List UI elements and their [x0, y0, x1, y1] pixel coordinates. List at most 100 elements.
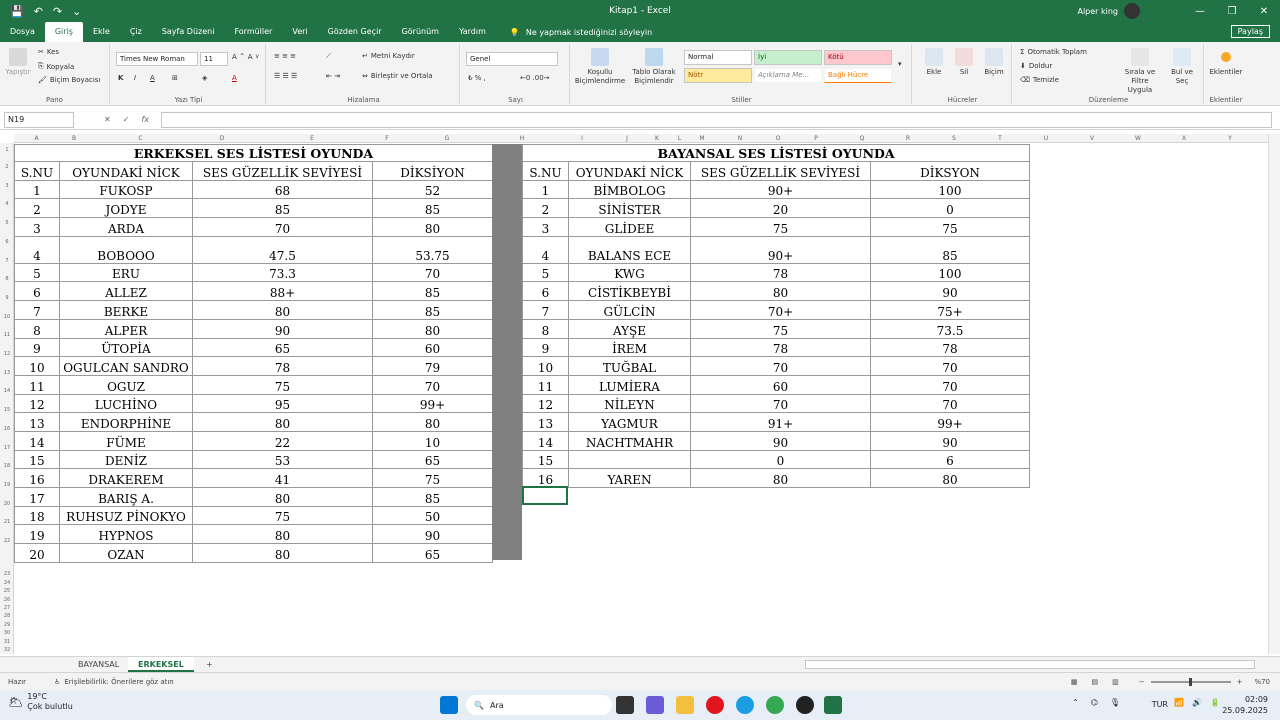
female-cell-nick[interactable]: BİMBOLOG: [568, 179, 691, 200]
female-cell-diction[interactable]: 70: [870, 393, 1030, 414]
female-cell-voice[interactable]: 75: [690, 318, 871, 339]
female-cell-voice[interactable]: 90+: [690, 179, 871, 200]
female-cell-no[interactable]: 5: [522, 262, 569, 283]
conditional-formatting-button[interactable]: Koşullu Biçimlendirme: [574, 48, 626, 86]
tab-giris[interactable]: Giriş: [44, 22, 83, 42]
selected-cell[interactable]: [522, 486, 568, 505]
male-cell-voice[interactable]: 80: [192, 300, 373, 320]
female-cell-voice[interactable]: 80: [690, 468, 871, 488]
weather-widget[interactable]: 🌥 19°C Çok bulutlu: [8, 692, 73, 712]
clock[interactable]: 02:09 25.09.2025: [1222, 694, 1268, 716]
female-cell-no[interactable]: 11: [522, 374, 569, 395]
view-normal-icon[interactable]: ▦: [1071, 678, 1078, 686]
format-cells-button[interactable]: Biçim: [980, 48, 1008, 77]
bold-button[interactable]: K: [118, 74, 123, 82]
male-cell-voice[interactable]: 75: [192, 374, 373, 395]
female-cell-nick[interactable]: LUMİERA: [568, 374, 691, 395]
male-cell-nick[interactable]: OGUZ: [59, 374, 193, 395]
tab-ekle[interactable]: Ekle: [83, 22, 120, 42]
row-header[interactable]: 25: [0, 588, 14, 594]
female-cell-nick[interactable]: YAGMUR: [568, 412, 691, 432]
row-header[interactable]: 30: [0, 630, 14, 636]
align-left-icon[interactable]: ☰ ☰ ☰: [274, 72, 297, 80]
paste-button[interactable]: Yapıştır: [4, 48, 32, 77]
female-cell-voice[interactable]: 90: [690, 430, 871, 451]
align-top-icon[interactable]: ≡ ≡ ≡: [274, 52, 296, 60]
column-header[interactable]: F: [372, 135, 402, 142]
row-header[interactable]: 24: [0, 580, 14, 586]
male-cell-diction[interactable]: 85: [372, 487, 493, 507]
horizontal-scrollbar[interactable]: [805, 660, 1255, 669]
redo-icon[interactable]: ↷: [53, 5, 62, 18]
female-cell-diction[interactable]: 78: [870, 337, 1030, 358]
column-header[interactable]: I: [552, 135, 612, 142]
female-cell-no[interactable]: 13: [522, 412, 569, 432]
tell-me-box[interactable]: 💡 Ne yapmak istediğinizi söyleyin: [496, 28, 652, 37]
row-header[interactable]: 4: [0, 201, 14, 207]
male-cell-voice[interactable]: 90: [192, 318, 373, 339]
male-cell-voice[interactable]: 78: [192, 356, 373, 376]
row-header[interactable]: 29: [0, 622, 14, 628]
male-cell-nick[interactable]: ERU: [59, 262, 193, 283]
male-cell-nick[interactable]: DENİZ: [59, 449, 193, 470]
file-explorer-icon[interactable]: [676, 696, 694, 714]
sheet-tab-erkeksel[interactable]: ERKEKSEL: [128, 657, 194, 672]
male-cell-voice[interactable]: 68: [192, 179, 373, 200]
male-cell-diction[interactable]: 99+: [372, 393, 493, 414]
female-cell-no[interactable]: 3: [522, 217, 569, 237]
zoom-level[interactable]: %70: [1254, 678, 1270, 686]
male-cell-nick[interactable]: BOBOOO: [59, 235, 193, 264]
tab-sayfa-duzeni[interactable]: Sayfa Düzeni: [152, 22, 225, 42]
cut-button[interactable]: ✂ Kes: [38, 48, 59, 56]
male-cell-no[interactable]: 19: [14, 524, 60, 545]
female-cell-no[interactable]: 4: [522, 235, 569, 264]
column-header[interactable]: E: [252, 135, 372, 142]
column-header[interactable]: D: [192, 135, 252, 142]
female-cell-no[interactable]: 16: [522, 468, 569, 488]
row-header[interactable]: 21: [0, 519, 14, 525]
female-cell-diction[interactable]: 100: [870, 179, 1030, 200]
styles-more-icon[interactable]: ▾: [898, 60, 902, 68]
format-as-table-button[interactable]: Tablo Olarak Biçimlendir: [630, 48, 678, 86]
female-cell-voice[interactable]: 91+: [690, 412, 871, 432]
male-cell-nick[interactable]: HYPNOS: [59, 524, 193, 545]
share-button[interactable]: Paylaş: [1230, 25, 1270, 38]
row-header[interactable]: 26: [0, 597, 14, 603]
male-cell-nick[interactable]: RUHSUZ PİNOKYO: [59, 505, 193, 526]
male-cell-voice[interactable]: 73.3: [192, 262, 373, 283]
row-header[interactable]: 8: [0, 276, 14, 282]
male-cell-voice[interactable]: 70: [192, 217, 373, 237]
style-normal[interactable]: Normal: [684, 50, 752, 65]
network-icon[interactable]: ⌬: [1091, 698, 1098, 707]
row-header[interactable]: 17: [0, 445, 14, 451]
female-cell-voice[interactable]: 90+: [690, 235, 871, 264]
male-cell-voice[interactable]: 75: [192, 505, 373, 526]
font-size-select[interactable]: 11: [200, 52, 228, 66]
opera-icon[interactable]: [706, 696, 724, 714]
row-header[interactable]: 18: [0, 463, 14, 469]
wrap-text-button[interactable]: ↵ Metni Kaydır: [362, 52, 415, 60]
fill-button[interactable]: ⬇ Doldur: [1020, 62, 1052, 70]
male-cell-no[interactable]: 5: [14, 262, 60, 283]
male-cell-no[interactable]: 15: [14, 449, 60, 470]
insert-cells-button[interactable]: Ekle: [920, 48, 948, 77]
male-cell-voice[interactable]: 80: [192, 543, 373, 563]
row-header[interactable]: 12: [0, 351, 14, 357]
male-cell-no[interactable]: 2: [14, 198, 60, 219]
male-cell-voice[interactable]: 88+: [192, 281, 373, 302]
column-header[interactable]: N: [717, 135, 763, 142]
male-cell-voice[interactable]: 53: [192, 449, 373, 470]
male-cell-voice[interactable]: 85: [192, 198, 373, 219]
female-cell-no[interactable]: 7: [522, 300, 569, 320]
sort-filter-button[interactable]: Sırala ve Filtre Uygula: [1120, 48, 1160, 95]
female-cell-diction[interactable]: 70: [870, 374, 1030, 395]
column-header[interactable]: O: [763, 135, 793, 142]
female-cell-no[interactable]: 8: [522, 318, 569, 339]
male-cell-no[interactable]: 18: [14, 505, 60, 526]
tab-formuller[interactable]: Formüller: [224, 22, 282, 42]
row-header[interactable]: 5: [0, 220, 14, 226]
female-cell-diction[interactable]: 75: [870, 217, 1030, 237]
merge-center-button[interactable]: ⇔ Birleştir ve Ortala: [362, 72, 433, 80]
taskbar-search[interactable]: 🔍 Ara: [466, 695, 612, 715]
female-cell-no[interactable]: 15: [522, 449, 569, 470]
